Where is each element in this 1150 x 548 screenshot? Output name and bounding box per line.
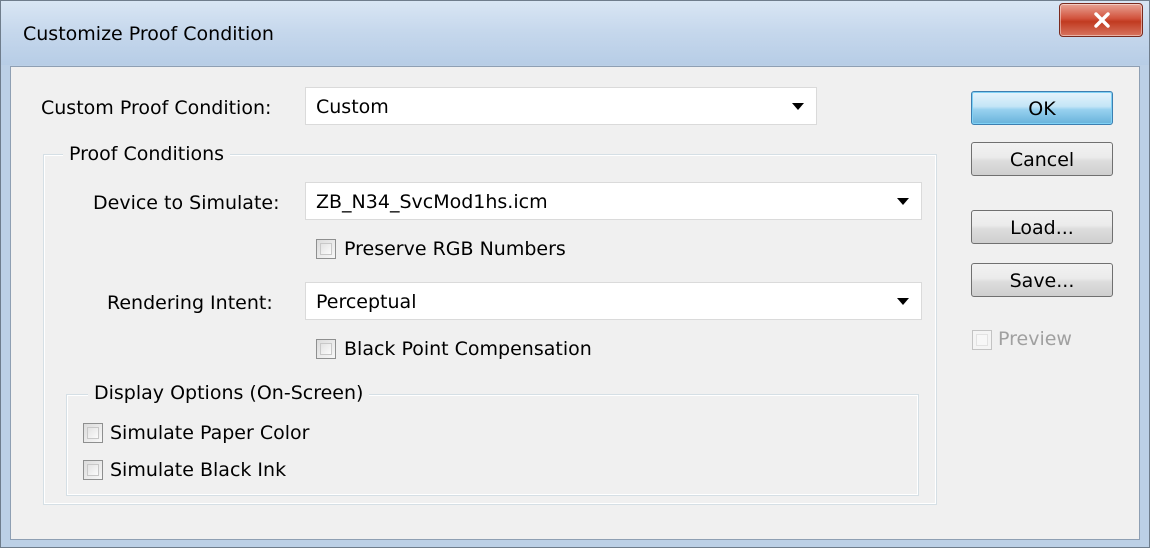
preserve-rgb-numbers-label[interactable]: Preserve RGB Numbers [344, 238, 566, 260]
rendering-intent-label: Rendering Intent: [107, 292, 273, 314]
cancel-button[interactable]: Cancel [971, 142, 1113, 176]
chevron-down-icon [792, 103, 804, 110]
proof-conditions-title: Proof Conditions [63, 143, 231, 165]
close-button[interactable] [1059, 3, 1143, 37]
custom-proof-condition-value: Custom [316, 96, 389, 118]
device-to-simulate-value: ZB_N34_SvcMod1hs.icm [316, 191, 548, 213]
window-title: Customize Proof Condition [23, 23, 274, 45]
rendering-intent-value: Perceptual [316, 291, 417, 313]
dialog-content: Custom Proof Condition: Custom Proof Con… [10, 66, 1140, 540]
simulate-paper-color-label[interactable]: Simulate Paper Color [110, 422, 309, 444]
preview-checkbox[interactable] [972, 330, 992, 350]
device-to-simulate-label: Device to Simulate: [93, 192, 280, 214]
save-button[interactable]: Save... [971, 263, 1113, 297]
custom-proof-condition-select[interactable]: Custom [305, 87, 817, 125]
title-bar[interactable]: Customize Proof Condition [1, 1, 1149, 65]
ok-button[interactable]: OK [971, 91, 1113, 125]
simulate-black-ink-label[interactable]: Simulate Black Ink [110, 459, 286, 481]
preview-label: Preview [998, 328, 1072, 350]
dialog-window: Customize Proof Condition Custom Proof C… [0, 0, 1150, 548]
close-icon [1094, 12, 1110, 28]
simulate-paper-color-checkbox[interactable] [83, 423, 103, 443]
chevron-down-icon [897, 298, 909, 305]
display-options-title: Display Options (On-Screen) [88, 382, 370, 404]
rendering-intent-select[interactable]: Perceptual [305, 282, 922, 320]
chevron-down-icon [897, 198, 909, 205]
custom-proof-condition-label: Custom Proof Condition: [41, 97, 272, 119]
device-to-simulate-select[interactable]: ZB_N34_SvcMod1hs.icm [305, 182, 922, 220]
black-point-compensation-checkbox[interactable] [316, 339, 336, 359]
black-point-compensation-label[interactable]: Black Point Compensation [344, 338, 592, 360]
simulate-black-ink-checkbox[interactable] [83, 460, 103, 480]
preserve-rgb-numbers-checkbox[interactable] [316, 239, 336, 259]
load-button[interactable]: Load... [971, 210, 1113, 244]
